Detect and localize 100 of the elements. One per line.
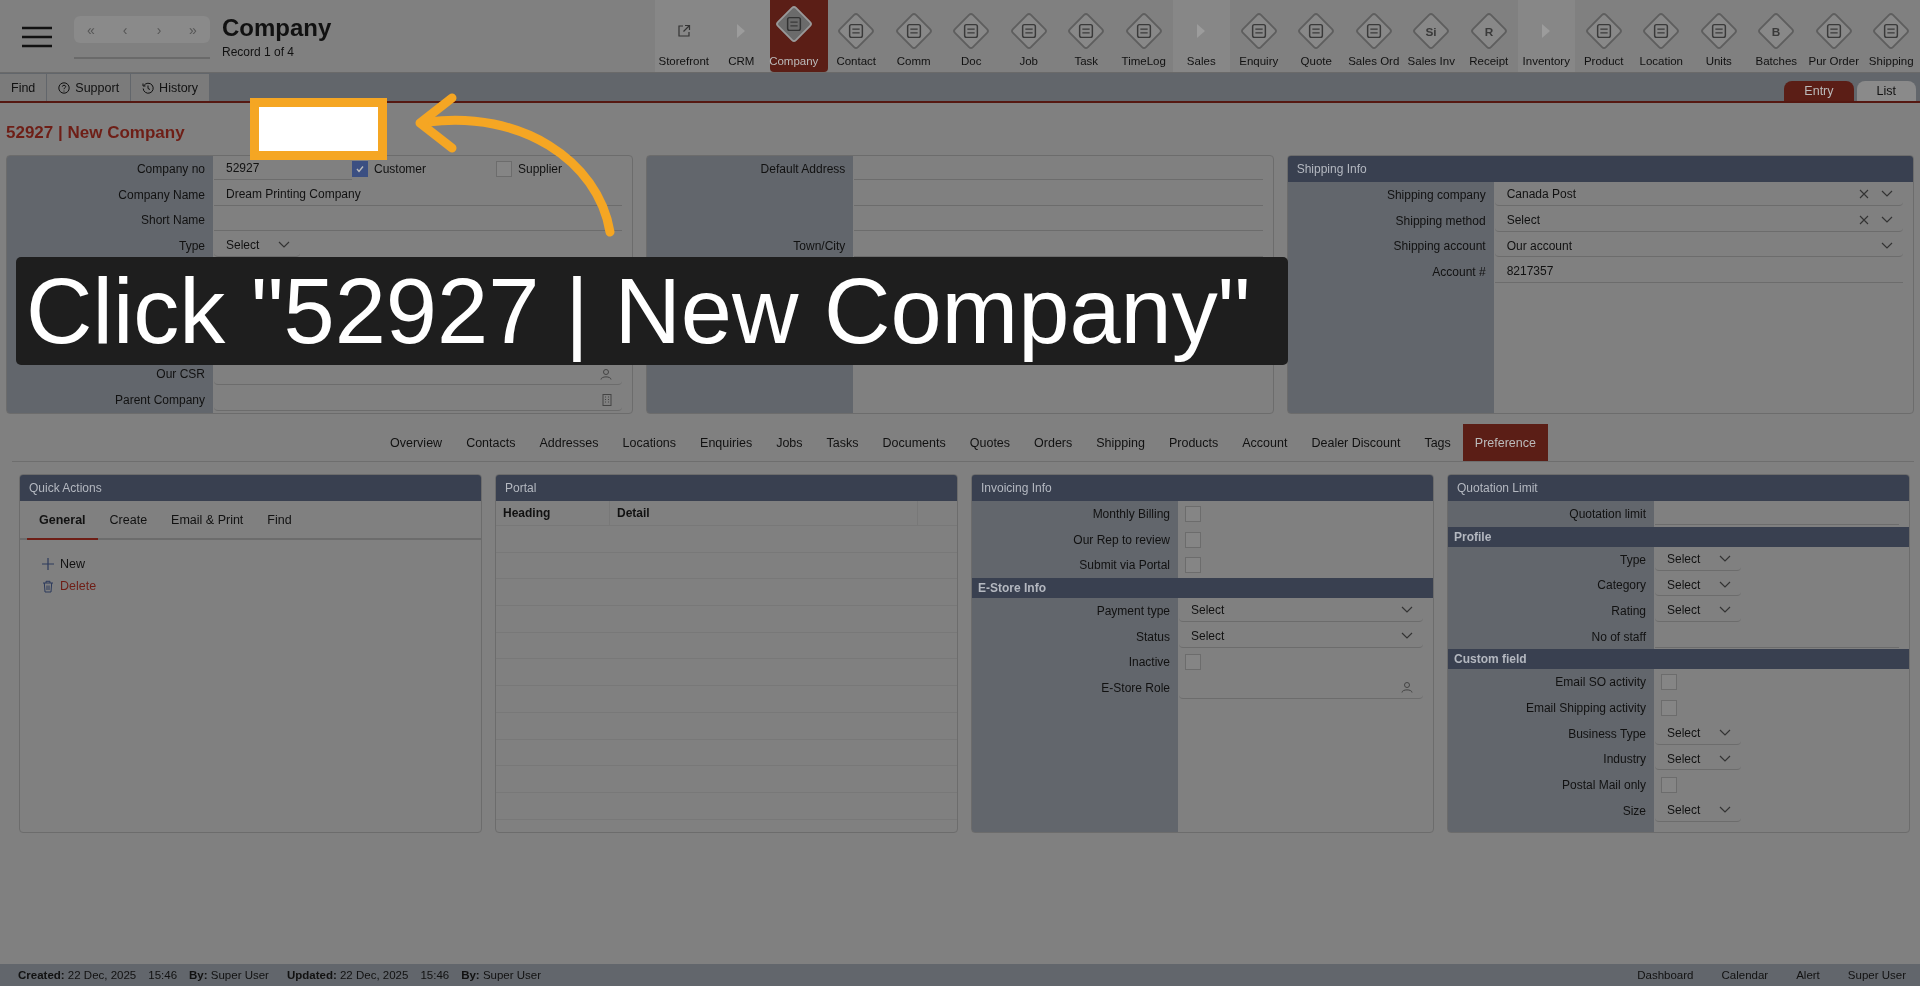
module-button[interactable]: Contact (827, 0, 885, 72)
section-tab[interactable]: Locations (610, 424, 689, 461)
action-link[interactable]: Delete (42, 579, 97, 593)
module-button[interactable]: Task (1057, 0, 1115, 72)
checkbox[interactable] (1185, 505, 1201, 522)
view-tab[interactable]: List (1856, 81, 1916, 101)
section-tab[interactable]: Enquiries (688, 424, 765, 461)
section-tab[interactable]: Contacts (454, 424, 528, 461)
section-tab[interactable]: Products (1156, 424, 1231, 461)
panel-tab[interactable]: Email & Print (159, 501, 256, 540)
section-tab[interactable]: Preference (1462, 424, 1548, 461)
section-tab[interactable]: Quotes (957, 424, 1023, 461)
created-date: Created: 22 Dec, 2025 (18, 969, 137, 981)
menu-icon[interactable] (22, 26, 52, 48)
panel-tab[interactable]: Find (255, 501, 304, 540)
field-label: Business Type (1568, 726, 1646, 741)
module-button[interactable]: B Batches (1747, 0, 1805, 72)
footer-link[interactable]: Dashboard (1623, 969, 1708, 981)
field-label: Email Shipping activity (1525, 700, 1646, 715)
view-tab[interactable]: Entry (1784, 81, 1854, 101)
chevron-down-icon (1719, 580, 1731, 589)
section-tab[interactable]: Overview (378, 424, 455, 461)
footer-link[interactable]: Super User (1833, 969, 1920, 981)
field-label: Shipping method (1395, 213, 1486, 228)
checkbox-label: Supplier (518, 161, 563, 176)
select-field[interactable]: Our account (1494, 235, 1903, 258)
clear-icon[interactable] (1859, 215, 1869, 226)
module-button[interactable]: TimeLog (1115, 0, 1173, 72)
select-field[interactable]: Select (1494, 209, 1903, 232)
text-field[interactable]: 8217357 (1494, 260, 1903, 283)
diamond-icon: R (1468, 11, 1509, 51)
action-link[interactable]: New (42, 557, 85, 571)
checkbox[interactable] (352, 160, 368, 177)
section-tab[interactable]: Documents (870, 424, 958, 461)
checkbox[interactable] (1661, 674, 1677, 691)
module-button[interactable]: Storefront (655, 0, 713, 72)
module-button[interactable]: Company (770, 0, 828, 72)
clear-icon[interactable] (1859, 189, 1869, 200)
chevron-down-icon (1401, 606, 1413, 615)
select-field[interactable]: Select (1655, 748, 1741, 771)
module-button[interactable]: Location (1632, 0, 1690, 72)
module-button[interactable]: Doc (942, 0, 1000, 72)
field-label: Submit via Portal (1079, 558, 1170, 573)
text-field[interactable]: Dream Printing Company (214, 183, 623, 206)
select-field[interactable]: Canada Post (1494, 183, 1903, 206)
checkbox[interactable] (496, 160, 512, 177)
section-tab[interactable]: Dealer Discount (1299, 424, 1413, 461)
module-button[interactable]: Inventory (1517, 0, 1575, 72)
record-title[interactable]: 52927 | New Company (6, 123, 185, 143)
section-tab[interactable]: Addresses (527, 424, 611, 461)
module-button[interactable]: Job (1000, 0, 1058, 72)
select-field[interactable]: Select (214, 234, 300, 257)
column-header: Heading (496, 501, 610, 525)
field-label: Type (179, 238, 205, 253)
module-button[interactable]: R Receipt (1460, 0, 1518, 72)
field-label: Our Rep to review (1073, 532, 1170, 547)
checkbox[interactable] (1661, 777, 1677, 794)
select-field[interactable]: Select (1655, 599, 1741, 622)
person-icon[interactable] (600, 367, 613, 380)
checkbox[interactable] (1185, 654, 1201, 671)
checkbox[interactable] (1661, 699, 1677, 716)
module-button[interactable]: Si Sales Inv (1402, 0, 1460, 72)
checkbox[interactable] (1185, 531, 1201, 548)
module-button[interactable]: Shipping (1862, 0, 1920, 72)
select-field[interactable]: Select (1179, 599, 1423, 622)
module-button[interactable]: Product (1575, 0, 1633, 72)
chevron-down-icon (278, 241, 290, 250)
module-button[interactable]: Units (1690, 0, 1748, 72)
section-tab[interactable]: Jobs (764, 424, 815, 461)
footer-link[interactable]: Alert (1782, 969, 1834, 981)
person-icon[interactable] (1401, 681, 1413, 694)
checkbox[interactable] (1185, 557, 1201, 574)
select-field[interactable]: Select (1655, 722, 1741, 745)
module-button[interactable]: Quote (1287, 0, 1345, 72)
section-tab[interactable]: Tasks (814, 424, 871, 461)
toolbar-button[interactable]: Support (47, 74, 131, 101)
section-tab[interactable]: Orders (1022, 424, 1085, 461)
module-button[interactable]: Pur Order (1805, 0, 1863, 72)
select-field[interactable]: Select (1179, 625, 1423, 648)
toolbar-button[interactable]: History (131, 74, 209, 101)
chevron-down-icon (1881, 190, 1893, 199)
module-button[interactable]: Sales (1172, 0, 1230, 72)
select-field[interactable]: Select (1655, 799, 1741, 822)
module-button[interactable]: Comm (885, 0, 943, 72)
section-tab[interactable]: Tags (1412, 424, 1463, 461)
panel-tab[interactable]: Create (97, 501, 160, 540)
field-label: Company Name (118, 187, 205, 202)
section-header: Custom field (1448, 649, 1909, 670)
toolbar-button[interactable]: Find (0, 74, 47, 101)
select-field[interactable]: Select (1655, 574, 1741, 597)
record-counter: Record 1 of 4 (222, 45, 296, 59)
panel-tab[interactable]: General (27, 501, 98, 540)
footer-link[interactable]: Calendar (1707, 969, 1783, 981)
section-tab[interactable]: Account (1230, 424, 1300, 461)
section-tab[interactable]: Shipping (1084, 424, 1157, 461)
module-button[interactable]: Sales Ord (1345, 0, 1403, 72)
select-field[interactable]: Select (1655, 548, 1741, 571)
building-icon[interactable] (602, 393, 613, 406)
module-button[interactable]: Enquiry (1230, 0, 1288, 72)
module-button[interactable]: CRM (712, 0, 770, 72)
